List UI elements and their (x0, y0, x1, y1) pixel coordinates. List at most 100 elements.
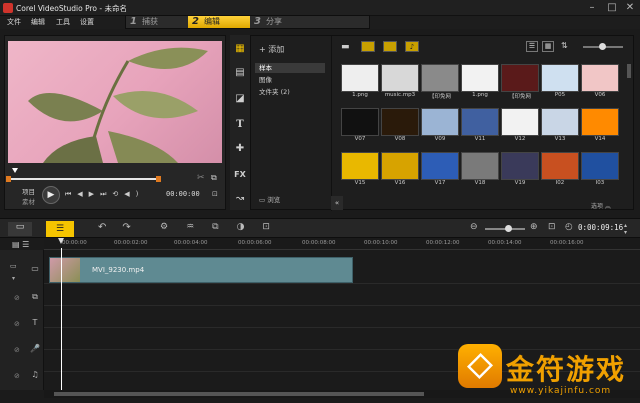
menu-edit[interactable]: 编辑 (31, 17, 45, 27)
scrubber-bar[interactable] (8, 178, 160, 180)
thumbnail-label: 【印免网 (428, 94, 451, 100)
playhead-marker[interactable] (58, 238, 64, 244)
zoom-slider-thumb[interactable] (505, 225, 512, 232)
music-track-icon: ♫ (31, 370, 39, 379)
folder-item[interactable]: 图像 (255, 75, 325, 85)
timeline-ruler[interactable]: 00:00:00 00:00:02:00 00:00:04:00 00:00:0… (44, 238, 640, 250)
media-icon[interactable]: ▦ (232, 41, 248, 57)
minimize-button[interactable]: – (582, 1, 602, 14)
library-thumbnail[interactable]: V18 (461, 152, 499, 186)
folder-item[interactable]: 样本 (255, 63, 325, 73)
photo-filter-button[interactable] (383, 41, 397, 52)
storyboard-view-button[interactable]: ▭ (8, 222, 32, 236)
path-icon[interactable]: ↝ (232, 191, 248, 207)
library-thumbnail[interactable]: V11 (461, 108, 499, 142)
thumbnail-image (501, 108, 539, 136)
thumbnail-label: V07 (354, 136, 366, 142)
recording-tools-icons[interactable]: ⚙♒⧉◑⊡ (160, 222, 288, 232)
maximize-button[interactable]: □ (602, 1, 622, 14)
sort-icon[interactable]: ⇅ (561, 41, 568, 50)
preview-timecode[interactable]: 00:00:00 (166, 190, 200, 198)
fullscreen-icon[interactable]: ⊡ (212, 190, 218, 198)
library-thumbnail[interactable]: music.mp3 (381, 64, 419, 98)
library-thumbnail[interactable]: V14 (581, 108, 619, 142)
link-icon[interactable]: ⊘ (14, 294, 20, 302)
library-thumbnail[interactable]: V08 (381, 108, 419, 142)
trim-handle-start[interactable] (8, 168, 158, 173)
expand-icon[interactable]: ▾ (12, 275, 15, 282)
timeline-view-button[interactable]: ☰ (46, 221, 74, 237)
cut-icon[interactable]: ✂ (197, 173, 205, 183)
library-thumbnail[interactable]: P05 (541, 64, 579, 98)
track-manager-icon[interactable]: ▤ ☰ (12, 240, 29, 249)
slider-thumb[interactable] (599, 43, 606, 50)
thumbnail-image (341, 108, 379, 136)
browse-button[interactable]: ▭ 浏览 (259, 194, 280, 204)
title-track[interactable] (44, 306, 640, 328)
add-button[interactable]: + 添加 (259, 44, 284, 55)
scrollbar-thumb[interactable] (54, 392, 424, 396)
duration-stepper[interactable]: ▴ ▾ (624, 222, 627, 236)
folder-item[interactable]: 文件夹 (2) (255, 87, 325, 97)
playhead-line[interactable] (61, 248, 62, 398)
library-thumbnail[interactable]: 1.png (461, 64, 499, 98)
overlay-track[interactable] (44, 284, 640, 306)
thumbnail-label: 1.png (352, 92, 368, 98)
mark-out-handle[interactable] (156, 176, 161, 182)
close-button[interactable]: ✕ (620, 1, 640, 14)
zoom-out-icon[interactable]: ⊖ (470, 222, 478, 232)
clip-thumbnail (50, 258, 80, 282)
library-thumbnail[interactable]: V15 (341, 152, 379, 186)
undo-redo-icons[interactable]: ↶↷ (98, 222, 147, 233)
scrollbar-thumb[interactable] (627, 64, 631, 78)
title-bar: Corel VideoStudio Pro - 未命名 – □ ✕ (0, 0, 640, 16)
library-thumbnail[interactable]: V09 (421, 108, 459, 142)
library-thumbnail[interactable]: V19 (501, 152, 539, 186)
library-thumbnail[interactable]: V07 (341, 108, 379, 142)
enlarge-icon[interactable]: ⧉ (211, 173, 217, 183)
play-button[interactable]: ▶ (42, 186, 60, 204)
graphic-icon[interactable]: ✚ (232, 141, 248, 157)
list-view-icon[interactable]: ☰ (526, 41, 538, 52)
options-button[interactable]: 选项 ︽ (591, 201, 611, 210)
library-thumbnail[interactable]: V16 (381, 152, 419, 186)
video-filter-button[interactable] (361, 41, 375, 52)
library-thumbnail[interactable]: V12 (501, 108, 539, 142)
tab-capture[interactable]: 1 捕获 (126, 16, 188, 28)
library-thumbnail[interactable]: V13 (541, 108, 579, 142)
mark-in-handle[interactable] (6, 176, 11, 182)
mode-project[interactable]: 项目 (22, 186, 35, 196)
video-track-toggle[interactable]: ▭ (10, 262, 17, 270)
link-icon[interactable]: ⊘ (14, 320, 20, 328)
library-thumbnail[interactable]: V06 (581, 64, 619, 98)
menu-file[interactable]: 文件 (7, 17, 21, 27)
thumbnail-view-icon[interactable]: ▦ (542, 41, 554, 52)
thumbnail-label: V15 (354, 180, 366, 186)
link-icon[interactable]: ⊘ (14, 346, 20, 354)
zoom-in-icon[interactable]: ⊕ (530, 222, 538, 232)
library-thumbnail[interactable]: 【印免网 (421, 64, 459, 100)
fit-project-icon[interactable]: ⊡ (548, 222, 556, 232)
library-thumbnail[interactable]: V17 (421, 152, 459, 186)
instant-project-icon[interactable]: ▤ (232, 65, 248, 81)
fx-icon[interactable]: FX (232, 167, 248, 183)
library-thumbnail[interactable]: 【印免网 (501, 64, 539, 100)
menu-settings[interactable]: 设置 (80, 17, 94, 27)
thumbnail-label: I03 (595, 180, 605, 186)
thumbnail-image (501, 64, 539, 92)
tab-share[interactable]: 3 分享 (250, 16, 312, 28)
library-thumbnail[interactable]: I02 (541, 152, 579, 186)
transport-controls[interactable]: ⏮◀▶⏭⟲◀) (65, 190, 144, 199)
music-filter-button[interactable]: ♪ (405, 41, 419, 52)
mode-clip[interactable]: 素材 (22, 196, 35, 206)
title-icon[interactable]: T (232, 117, 248, 133)
folder-icon[interactable]: ▬ (341, 42, 350, 52)
library-thumbnail[interactable]: I03 (581, 152, 619, 186)
library-thumbnail[interactable]: 1.png (341, 64, 379, 98)
video-clip[interactable]: MVI_9230.mp4 (49, 257, 353, 283)
menu-tools[interactable]: 工具 (56, 17, 70, 27)
link-icon[interactable]: ⊘ (14, 372, 20, 380)
overlay-track-icon: ⧉ (32, 292, 38, 301)
transition-icon[interactable]: ◪ (232, 91, 248, 107)
tab-edit[interactable]: 2 编辑 (188, 16, 250, 28)
